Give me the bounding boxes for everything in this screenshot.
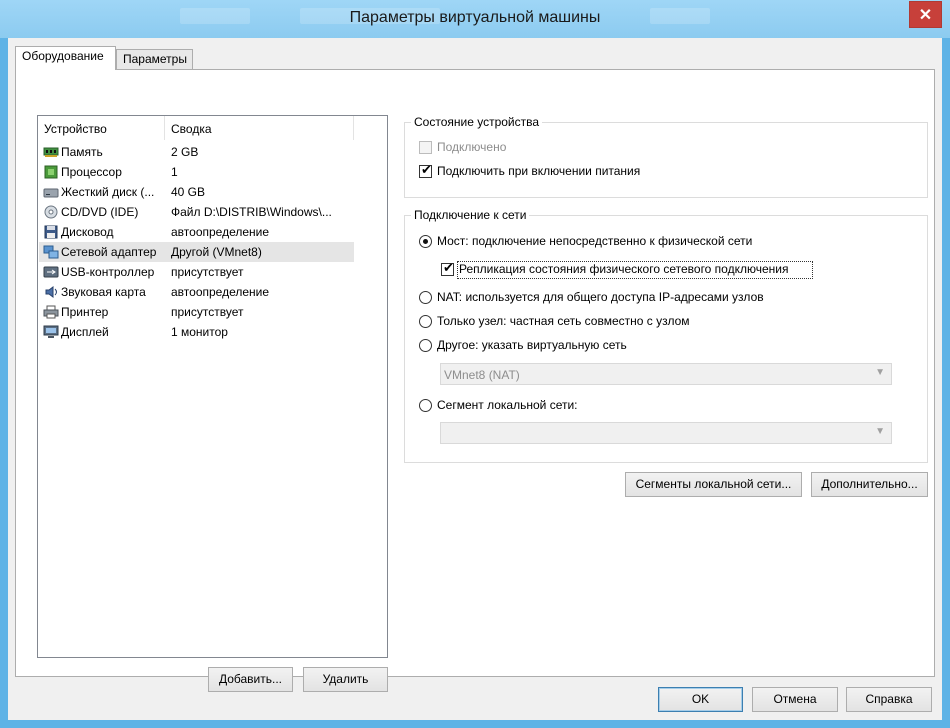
- network-connection-group: Подключение к сети Мост: подключение неп…: [404, 208, 928, 463]
- lan-segment-combobox[interactable]: ▼: [440, 422, 892, 444]
- memory-icon: [43, 145, 59, 159]
- bridged-radio[interactable]: [419, 235, 432, 248]
- checkmark-icon: ✔: [443, 260, 454, 275]
- tab-options[interactable]: Параметры: [116, 49, 193, 70]
- remove-device-button[interactable]: Удалить: [303, 667, 388, 692]
- device-summary: автоопределение: [171, 225, 270, 239]
- replicate-state-label: Репликация состояния физического сетевог…: [459, 262, 789, 276]
- cancel-button[interactable]: Отмена: [752, 687, 838, 712]
- checkmark-icon: ✔: [421, 162, 432, 177]
- replicate-state-checkbox[interactable]: ✔: [441, 260, 454, 276]
- usb-icon: [43, 265, 59, 279]
- advanced-button[interactable]: Дополнительно...: [811, 472, 928, 497]
- connect-at-power-on-checkbox[interactable]: ✔: [419, 162, 432, 178]
- column-header-device[interactable]: Устройство: [38, 116, 165, 140]
- network-adapter-icon: [43, 245, 59, 259]
- chevron-down-icon: ▼: [875, 367, 885, 378]
- window-title: Параметры виртуальной машины: [349, 9, 601, 26]
- device-summary: 40 GB: [171, 185, 206, 199]
- custom-network-combobox[interactable]: VMnet8 (NAT) ▼: [440, 363, 892, 385]
- custom-network-label: Другое: указать виртуальную сеть: [437, 338, 627, 352]
- device-row[interactable]: Жесткий диск (... 40 GB: [39, 182, 354, 202]
- nat-radio[interactable]: [419, 291, 432, 304]
- device-row[interactable]: Память 2 GB: [39, 142, 354, 162]
- ok-button[interactable]: OK: [658, 687, 743, 712]
- close-icon: ✕: [918, 6, 933, 24]
- connected-label: Подключено: [437, 140, 507, 154]
- lan-segments-button[interactable]: Сегменты локальной сети...: [625, 472, 802, 497]
- device-summary: присутствует: [171, 265, 244, 279]
- device-name: Процессор: [61, 165, 122, 179]
- close-button[interactable]: ✕: [909, 1, 942, 28]
- column-header-summary[interactable]: Сводка: [165, 116, 354, 140]
- lan-segment-label: Сегмент локальной сети:: [437, 398, 578, 412]
- device-summary: Файл D:\DISTRIB\Windows\...: [171, 205, 332, 219]
- device-row[interactable]: Дисплей 1 монитор: [39, 322, 354, 342]
- display-icon: [43, 325, 59, 339]
- device-name: Дисплей: [61, 325, 109, 339]
- device-name: Память: [61, 145, 103, 159]
- device-row[interactable]: Дисковод автоопределение: [39, 222, 354, 242]
- chevron-down-icon: ▼: [875, 426, 885, 437]
- device-summary: 1: [171, 165, 178, 179]
- device-name: Жесткий диск (...: [61, 185, 155, 199]
- device-summary: присутствует: [171, 305, 244, 319]
- device-summary: 1 монитор: [171, 325, 228, 339]
- device-name: Дисковод: [61, 225, 114, 239]
- device-status-group: Состояние устройства Подключено ✔ Подклю…: [404, 115, 928, 198]
- custom-network-radio[interactable]: [419, 339, 432, 352]
- add-device-button[interactable]: Добавить...: [208, 667, 293, 692]
- device-row[interactable]: Процессор 1: [39, 162, 354, 182]
- sound-card-icon: [43, 285, 59, 299]
- device-name: USB-контроллер: [61, 265, 155, 279]
- device-list-header: Устройство Сводка: [38, 116, 387, 140]
- device-list[interactable]: Устройство Сводка Память 2 GB Процессор 1 Же…: [37, 115, 388, 658]
- device-summary: автоопределение: [171, 285, 270, 299]
- host-only-label: Только узел: частная сеть совместно с уз…: [437, 314, 690, 328]
- device-row[interactable]: CD/DVD (IDE) Файл D:\DISTRIB\Windows\...: [39, 202, 354, 222]
- device-status-title: Состояние устройства: [411, 115, 543, 129]
- device-row[interactable]: Сетевой адаптер Другой (VMnet8): [39, 242, 354, 262]
- connect-at-power-on-label: Подключить при включении питания: [437, 164, 641, 178]
- title-bar: Параметры виртуальной машины ✕: [0, 0, 950, 38]
- tab-hardware[interactable]: Оборудование: [15, 46, 116, 70]
- device-row[interactable]: Звуковая карта автоопределение: [39, 282, 354, 302]
- device-row[interactable]: Принтер присутствует: [39, 302, 354, 322]
- processor-icon: [43, 165, 59, 179]
- device-name: Звуковая карта: [61, 285, 146, 299]
- bridged-label: Мост: подключение непосредственно к физи…: [437, 234, 753, 248]
- network-connection-title: Подключение к сети: [411, 208, 530, 222]
- help-button[interactable]: Справка: [846, 687, 932, 712]
- floppy-icon: [43, 225, 59, 239]
- device-summary: Другой (VMnet8): [171, 245, 262, 259]
- lan-segment-radio[interactable]: [419, 399, 432, 412]
- device-name: Сетевой адаптер: [61, 245, 157, 259]
- printer-icon: [43, 305, 59, 319]
- dialog-client-area: Оборудование Параметры Устройство Сводка…: [8, 38, 942, 720]
- tab-panel: Устройство Сводка Память 2 GB Процессор 1 Же…: [15, 69, 935, 692]
- custom-network-value: VMnet8 (NAT): [444, 368, 520, 382]
- connected-checkbox[interactable]: [419, 141, 432, 154]
- device-summary: 2 GB: [171, 145, 199, 159]
- device-name: CD/DVD (IDE): [61, 205, 139, 219]
- nat-label: NAT: используется для общего доступа IP-…: [437, 290, 764, 304]
- device-name: Принтер: [61, 305, 109, 319]
- hard-disk-icon: [43, 185, 59, 199]
- host-only-radio[interactable]: [419, 315, 432, 328]
- cd-dvd-icon: [43, 205, 59, 219]
- device-row[interactable]: USB-контроллер присутствует: [39, 262, 354, 282]
